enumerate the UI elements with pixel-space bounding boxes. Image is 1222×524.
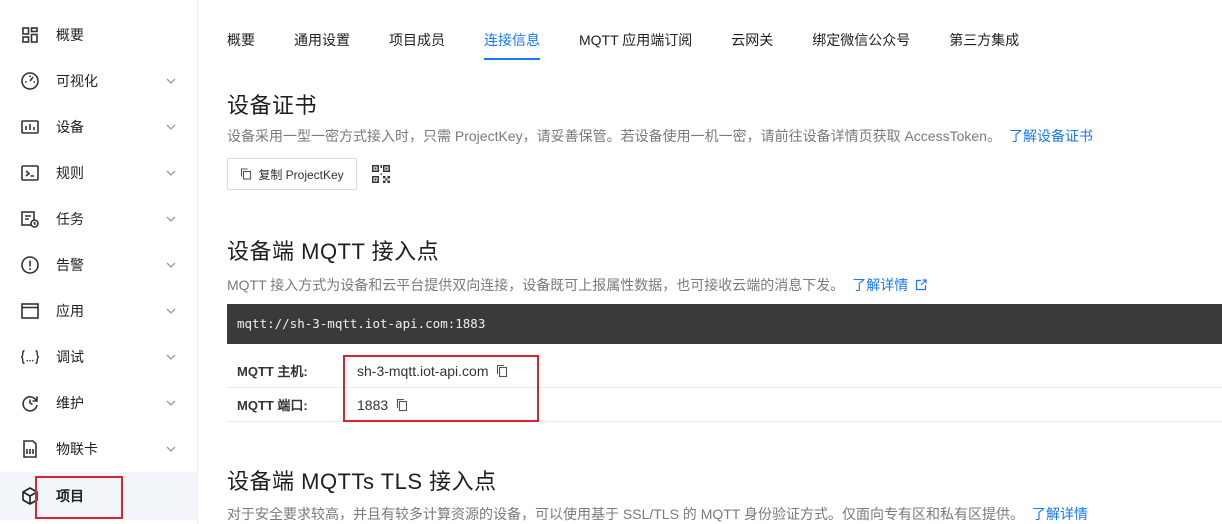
gauge-icon: [20, 71, 40, 91]
chevron-down-icon: [166, 400, 176, 406]
sidebar-item-label: 可视化: [56, 73, 98, 89]
sidebar-item-devices[interactable]: 设备: [0, 104, 198, 150]
cube-icon: [20, 486, 40, 506]
sidebar-item-label: 规则: [56, 165, 84, 181]
mqtts-desc-text: 对于安全要求较高，并且有较多计算资源的设备，可以使用基于 SSL/TLS 的 M…: [227, 506, 1024, 522]
sidebar-item-overview[interactable]: 概要: [0, 12, 198, 58]
sidebar-item-label: 调试: [56, 349, 84, 365]
sidebar-item-debug[interactable]: 调试: [0, 334, 198, 380]
learn-more-mqtts-link[interactable]: 了解详情: [1032, 506, 1088, 522]
learn-cert-link[interactable]: 了解设备证书: [1009, 128, 1093, 144]
sim-card-icon: [20, 439, 40, 459]
learn-more-mqtt-link[interactable]: 了解详情: [852, 277, 927, 293]
section-desc-cert: 设备采用一型一密方式接入时，只需 ProjectKey，请妥善保管。若设备使用一…: [227, 126, 1093, 146]
section-desc-mqtt: MQTT 接入方式为设备和云平台提供双向连接，设备既可上报属性数据，也可接收云端…: [227, 275, 927, 295]
sidebar-item-label: 应用: [56, 303, 84, 319]
sidebar-item-label: 概要: [56, 27, 84, 43]
sidebar-item-label: 任务: [56, 211, 84, 227]
tab-overview[interactable]: 概要: [227, 22, 255, 60]
sidebar-item-sim-cards[interactable]: 物联卡: [0, 426, 198, 472]
mqtt-port-row: MQTT 端口: 1883: [227, 388, 1222, 422]
mqtt-desc-text: MQTT 接入方式为设备和云平台提供双向连接，设备既可上报属性数据，也可接收云端…: [227, 277, 845, 293]
copy-icon[interactable]: [396, 398, 408, 412]
tab-connection-info[interactable]: 连接信息: [484, 22, 540, 60]
mqtt-host-value: sh-3-mqtt.iot-api.com: [357, 362, 489, 379]
chevron-down-icon: [166, 262, 176, 268]
mqtt-port-value: 1883: [357, 396, 389, 413]
task-icon: [20, 209, 40, 229]
external-link-icon: [916, 279, 927, 291]
dashboard-icon: [20, 25, 40, 45]
sidebar-item-visualization[interactable]: 可视化: [0, 58, 198, 104]
learn-more-label: 了解详情: [852, 277, 909, 293]
refresh-icon: [20, 393, 40, 413]
mqtt-host-row: MQTT 主机: sh-3-mqtt.iot-api.com: [227, 354, 1222, 388]
tab-third-party[interactable]: 第三方集成: [949, 22, 1019, 60]
copy-icon[interactable]: [496, 364, 508, 378]
tab-bar: 概要 通用设置 项目成员 连接信息 MQTT 应用端订阅 云网关 绑定微信公众号…: [227, 22, 1058, 62]
tab-mqtt-app-subscription[interactable]: MQTT 应用端订阅: [579, 22, 692, 60]
chevron-down-icon: [166, 78, 176, 84]
mqtt-port-label: MQTT 端口:: [237, 398, 308, 413]
chevron-down-icon: [166, 354, 176, 360]
mqtt-host-value-wrap: sh-3-mqtt.iot-api.com: [357, 363, 508, 379]
sidebar-item-maintenance[interactable]: 维护: [0, 380, 198, 426]
qr-code-icon[interactable]: [371, 164, 391, 184]
section-title-cert: 设备证书: [227, 93, 318, 118]
sidebar-item-label: 物联卡: [56, 441, 98, 457]
section-title-mqtt: 设备端 MQTT 接入点: [227, 239, 440, 264]
sidebar-item-apps[interactable]: 应用: [0, 288, 198, 334]
sidebar-item-rules[interactable]: 规则: [0, 150, 198, 196]
tab-project-members[interactable]: 项目成员: [389, 22, 445, 60]
tab-general-settings[interactable]: 通用设置: [294, 22, 350, 60]
section-title-mqtts: 设备端 MQTTs TLS 接入点: [227, 469, 497, 494]
copy-projectkey-button[interactable]: 复制 ProjectKey: [227, 158, 357, 190]
copy-icon: [240, 168, 252, 180]
window-icon: [20, 301, 40, 321]
sidebar-item-tasks[interactable]: 任务: [0, 196, 198, 242]
mqtt-port-value-wrap: 1883: [357, 397, 408, 413]
sidebar-item-label: 维护: [56, 395, 84, 411]
chevron-down-icon: [166, 308, 176, 314]
mqtt-url-code: mqtt://sh-3-mqtt.iot-api.com:1883: [227, 304, 1222, 344]
sidebar: 概要 可视化 设备 规则 任务 告警 应用 调试 维护 物联卡 项目: [0, 0, 198, 524]
cert-desc-text: 设备采用一型一密方式接入时，只需 ProjectKey，请妥善保管。若设备使用一…: [227, 128, 1001, 144]
device-icon: [20, 117, 40, 137]
tab-cloud-gateway[interactable]: 云网关: [731, 22, 773, 60]
sidebar-item-alerts[interactable]: 告警: [0, 242, 198, 288]
sidebar-item-project[interactable]: 项目: [0, 472, 198, 520]
chevron-down-icon: [166, 446, 176, 452]
chevron-down-icon: [166, 216, 176, 222]
alert-icon: [20, 255, 40, 275]
chevron-down-icon: [166, 124, 176, 130]
chevron-down-icon: [166, 170, 176, 176]
mqtt-host-label: MQTT 主机:: [237, 364, 308, 379]
section-desc-mqtts: 对于安全要求较高，并且有较多计算资源的设备，可以使用基于 SSL/TLS 的 M…: [227, 504, 1088, 524]
terminal-icon: [20, 163, 40, 183]
sidebar-item-label: 项目: [56, 488, 84, 504]
braces-icon: [20, 347, 40, 367]
copy-projectkey-label: 复制 ProjectKey: [258, 167, 344, 182]
tab-wechat-binding[interactable]: 绑定微信公众号: [812, 22, 910, 60]
sidebar-item-label: 告警: [56, 257, 84, 273]
sidebar-item-label: 设备: [56, 119, 84, 135]
